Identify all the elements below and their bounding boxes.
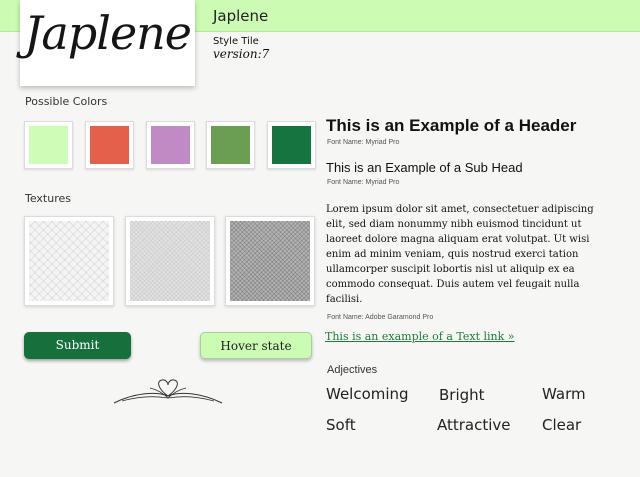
- swatch-fill: [211, 126, 250, 164]
- color-swatch-purple: [146, 121, 195, 169]
- hover-state-button[interactable]: Hover state: [200, 332, 312, 359]
- adjective-welcoming: Welcoming: [326, 385, 409, 403]
- swatch-fill: [29, 126, 68, 164]
- adjective-bright: Bright: [439, 386, 485, 404]
- app-name: Japlene: [213, 7, 269, 25]
- subhead-example: This is an Example of a Sub Head: [326, 160, 523, 175]
- texture-dark: [225, 216, 315, 306]
- adjectives-title: Adjectives: [327, 364, 378, 376]
- swatch-fill: [151, 126, 190, 164]
- color-swatch-orange-red: [85, 121, 134, 169]
- style-tile-label: Style Tile: [213, 36, 259, 47]
- header-font-note: Font Name: Myriad Pro: [327, 139, 400, 146]
- body-font-note: Font Name: Adobe Garamond Pro: [327, 314, 434, 321]
- swatch-fill: [90, 126, 129, 164]
- submit-button[interactable]: Submit: [24, 332, 131, 359]
- version-label: version:7: [213, 47, 270, 61]
- adjective-attractive: Attractive: [437, 416, 511, 434]
- adjective-clear: Clear: [542, 416, 582, 434]
- textures-title: Textures: [25, 192, 71, 205]
- subhead-font-note: Font Name: Myriad Pro: [327, 179, 400, 186]
- adjective-warm: Warm: [542, 385, 586, 403]
- flourish-ornament-icon: [113, 379, 223, 404]
- color-swatch-medium-green: [206, 121, 255, 169]
- possible-colors-title: Possible Colors: [25, 95, 108, 108]
- adjective-soft: Soft: [326, 416, 356, 434]
- color-swatch-dark-green: [267, 121, 316, 169]
- swatch-fill: [272, 126, 311, 164]
- logo-text: Japlene: [23, 6, 192, 60]
- logo: Japlene: [20, 0, 195, 86]
- color-swatch-light-green: [24, 121, 73, 169]
- texture-pattern: [230, 221, 310, 301]
- texture-medium: [125, 216, 215, 306]
- body-text-example: Lorem ipsum dolor sit amet, consectetuer…: [326, 204, 594, 305]
- text-link-example[interactable]: This is an example of a Text link »: [325, 330, 515, 343]
- texture-pattern: [29, 221, 109, 301]
- header-example: This is an Example of a Header: [326, 116, 577, 135]
- texture-light: [24, 216, 114, 306]
- texture-pattern: [130, 221, 210, 301]
